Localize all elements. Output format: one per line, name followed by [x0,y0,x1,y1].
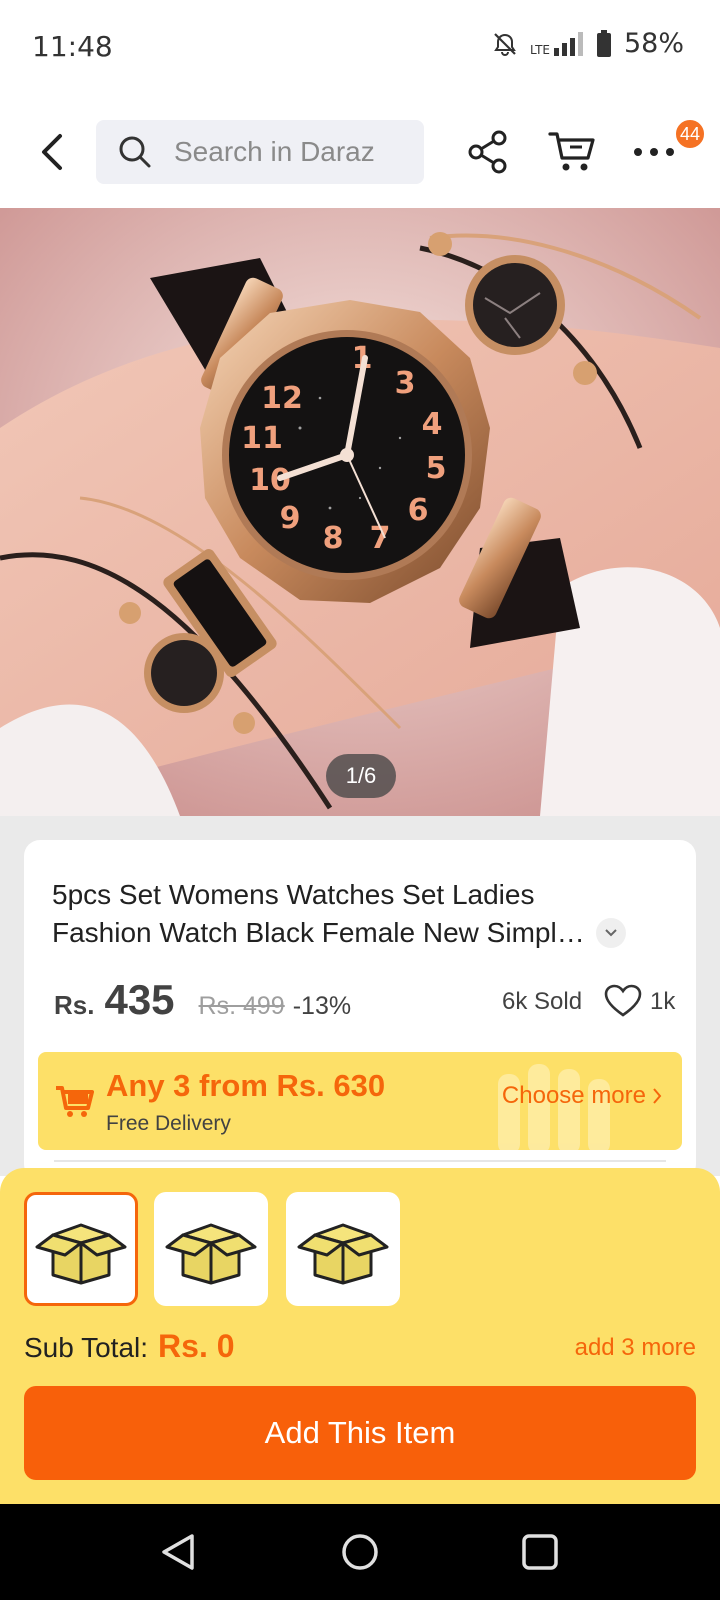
triangle-back-icon [162,1534,194,1570]
search-placeholder: Search in Daraz [174,136,375,167]
box-icon [35,1223,127,1285]
cart-badge: 44 [673,118,706,150]
top-nav: Search in Daraz 44 [0,96,720,208]
svg-text:8: 8 [323,521,344,556]
back-icon [42,134,62,170]
share-button[interactable] [462,126,514,178]
price-currency: Rs. [54,990,95,1020]
subtotal-label: Sub Total: [24,1332,149,1363]
product-title[interactable]: 5pcs Set Womens Watches Set Ladies Fashi… [52,876,652,952]
choose-more-label: Choose more [501,1082,646,1109]
system-recents-button[interactable] [516,1528,564,1576]
battery-level: 58% [623,28,684,59]
add-more-hint: add 3 more [574,1334,696,1361]
subtotal-value: Rs. 0 [158,1328,235,1364]
system-home-button[interactable] [336,1528,384,1576]
back-button[interactable] [28,124,76,180]
original-price: Rs. 499 [198,992,285,1020]
svg-text:6: 6 [408,493,429,528]
signal-icon: LTE [530,31,584,57]
more-icon [634,148,674,156]
circle-home-icon [342,1534,378,1570]
svg-text:12: 12 [261,381,303,416]
product-title-line2: Fashion Watch Black Female New Simple Qu… [52,917,597,948]
add-this-item-button[interactable]: Add This Item [24,1386,696,1480]
product-title-line1: 5pcs Set Womens Watches Set Ladies [52,879,535,910]
network-label: LTE [530,42,550,57]
status-time: 11:48 [32,30,113,63]
cart-button[interactable] [546,126,598,178]
svg-text:5: 5 [426,451,447,486]
sold-count: 6k Sold [502,988,583,1015]
search-icon [119,136,151,168]
cart-icon [548,132,595,171]
like-count: 1k [650,988,676,1015]
status-icons: LTE 58% [492,28,684,59]
svg-text:4: 4 [422,407,443,442]
search-input[interactable]: Search in Daraz [96,120,424,184]
box-icon [297,1223,389,1285]
bundle-slot-3[interactable] [286,1192,400,1306]
expand-title-button[interactable] [596,918,626,948]
bundle-promo-banner[interactable]: Any 3 from Rs. 630 Free Delivery Choose … [38,1052,682,1150]
bundle-slot-1[interactable] [24,1192,138,1306]
discount-badge: -13% [292,992,352,1020]
system-nav-bar [0,1504,720,1600]
svg-text:3: 3 [395,366,416,401]
status-bar: 11:48 LTE 58% [0,0,720,96]
promo-title: Any 3 from Rs. 630 [106,1068,386,1103]
svg-text:11: 11 [241,421,283,456]
svg-text:9: 9 [280,501,301,536]
promo-cart-icon [56,1086,94,1117]
battery-icon [596,29,612,58]
bundle-slot-2[interactable] [154,1192,268,1306]
square-recents-icon [522,1534,558,1570]
mute-icon [492,31,518,57]
price-row: Rs. 435 Rs. 499 -13% [54,976,351,1024]
share-icon [468,130,507,174]
svg-text:10: 10 [249,463,291,498]
subtotal: Sub Total: Rs. 0 [24,1328,235,1365]
heart-icon [604,984,642,1017]
choose-more-link[interactable]: Choose more [502,1082,662,1110]
wishlist-button[interactable] [604,984,642,1023]
system-back-button[interactable] [154,1528,202,1576]
chevron-right-icon [653,1088,662,1104]
watch-illustration: 134 567 8910 1211 [0,208,720,816]
chevron-down-icon [605,929,617,937]
price-value: 435 [104,976,175,1023]
product-image[interactable]: 134 567 8910 1211 [0,208,720,816]
box-icon [165,1223,257,1285]
promo-subtitle: Free Delivery [106,1112,231,1135]
divider [54,1160,666,1162]
image-counter: 1/6 [326,754,396,798]
more-button[interactable] [628,126,680,178]
